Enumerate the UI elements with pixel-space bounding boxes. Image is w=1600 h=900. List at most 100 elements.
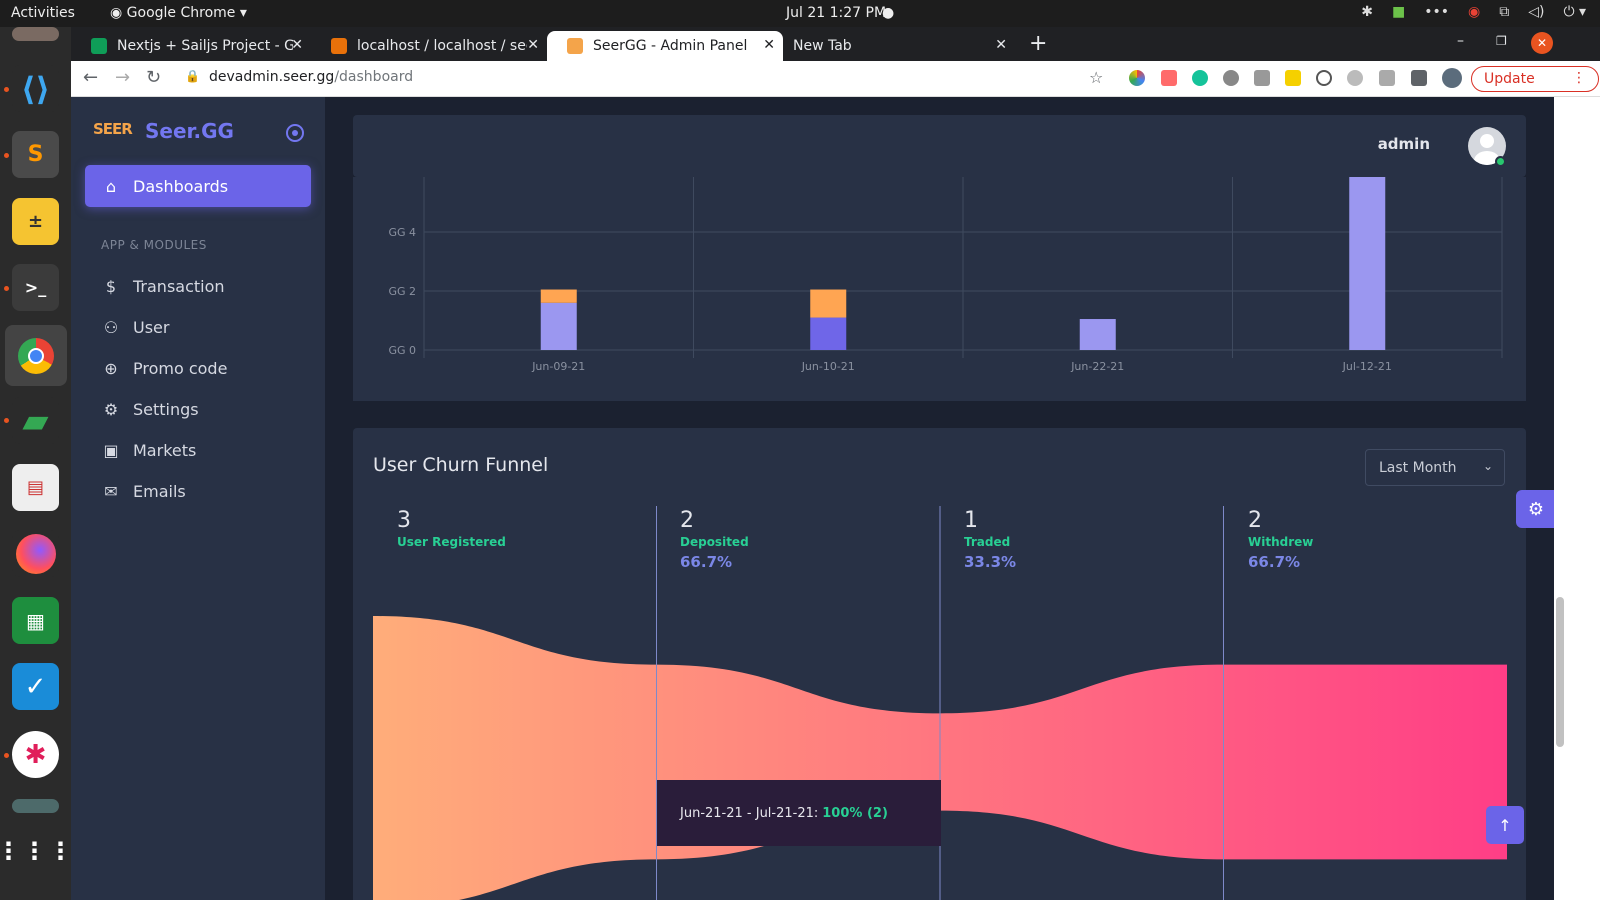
update-button[interactable]: Update ⋮ [1471,66,1599,92]
browser-tab[interactable]: New Tab ✕ [783,31,1015,61]
browser-tab[interactable]: localhost / localhost / see ✕ [311,31,547,61]
seer-favicon-icon [567,38,583,54]
dock-top-app-icon[interactable] [12,27,59,41]
address-bar[interactable]: devadmin.seer.gg/dashboard [209,69,413,85]
chrome-dock-icon[interactable] [5,325,67,386]
sidebar: SEER Seer.GG ⌂ Dashboards APP & MODULES … [71,97,325,900]
document-viewer-icon[interactable]: ▤ [12,464,59,511]
tooltip-range: Jun-21-21 - Jul-21-21: [680,805,819,821]
stage-percent: 33.3% [964,553,1017,571]
tab-close-icon[interactable]: ✕ [995,37,1007,53]
color-picker-icon[interactable] [1285,70,1301,86]
volume-icon[interactable]: ◁) [1528,4,1544,20]
sheets-favicon-icon [91,38,107,54]
browser-tab[interactable]: Nextjs + Sailjs Project - Go ✕ [71,31,311,61]
y-tick-label: GG 4 [388,226,416,239]
chrome-small-icon: ◉ [110,5,127,21]
extension-badge-icon[interactable] [1161,70,1177,86]
sidebar-item-user[interactable]: ⚇ User [85,310,311,344]
bar-segment [810,289,847,318]
extension-icon[interactable] [1347,70,1363,86]
sidebar-item-label: Promo code [133,358,228,378]
mail-icon: ✉ [104,481,118,501]
funnel-stage: 2 Deposited 66.7% [680,508,749,571]
calculator-icon[interactable]: ± [12,198,59,245]
maximize-icon[interactable]: ❐ [1496,34,1507,48]
back-icon[interactable]: ← [83,67,98,88]
customizer-gear-button[interactable]: ⚙ [1516,490,1556,528]
sidebar-item-settings[interactable]: ⚙ Settings [85,392,311,426]
scroll-to-top-button[interactable]: ↑ [1486,806,1524,844]
show-applications-icon[interactable]: ⋮⋮⋮ [0,827,73,874]
extensions-puzzle-icon[interactable] [1411,70,1427,86]
tab-close-icon[interactable]: ✕ [527,37,539,53]
sidebar-item-transaction[interactable]: $ Transaction [85,269,311,303]
admin-username[interactable]: admin [1378,135,1430,153]
x-tick-label: Jul-12-21 [1342,360,1392,373]
shield-tray-icon[interactable]: ■ [1392,4,1405,20]
tab-close-icon[interactable]: ✕ [763,37,775,53]
stage-count: 2 [680,508,694,533]
cast-icon[interactable] [1379,70,1395,86]
minimize-icon[interactable]: – [1457,33,1464,49]
sidebar-toggle-icon[interactable] [286,124,304,142]
funnel-stage: 2 Withdrew 66.7% [1248,508,1313,571]
bookmark-star-icon[interactable]: ☆ [1089,68,1103,87]
network-icon[interactable]: ⧉ [1499,4,1509,20]
stage-label: Traded [964,535,1011,549]
dock-partial-app-icon[interactable] [12,799,59,813]
vscode-icon[interactable]: ⟨⟩ [12,65,59,112]
tooltip-value: 100% (2) [822,805,888,821]
new-tab-button[interactable]: + [1029,31,1047,56]
system-tray[interactable]: ✱ ■ ••• ◉ ⧉ ◁) ⏻ ▾ [1361,4,1586,20]
chrome-tray-icon[interactable]: ◉ [1468,4,1480,20]
reload-icon[interactable]: ↻ [146,67,161,88]
page-scrollbar[interactable] [1554,97,1566,900]
kebab-menu-icon[interactable]: ⋮ [1572,70,1586,86]
extension-icon[interactable] [1254,70,1270,86]
profile-avatar-icon[interactable] [1442,68,1462,88]
bar-segment [540,302,577,350]
more-tray-icon[interactable]: ••• [1424,4,1449,20]
app-menu[interactable]: ◉ Google Chrome ▾ [110,5,247,21]
seer-logo: SEER [93,120,133,138]
google-chat-icon[interactable]: ▰ [12,397,59,444]
user-icon: ⚇ [103,317,119,337]
sidebar-item-label: Markets [133,440,197,460]
forward-icon[interactable]: → [115,67,130,88]
sidebar-item-label: Dashboards [133,176,229,196]
extension-icon[interactable] [1129,70,1145,86]
stage-percent: 66.7% [680,553,733,571]
funnel-stage: 1 Traded 33.3% [964,508,1016,571]
navbar: admin [353,115,1526,177]
sidebar-item-markets[interactable]: ▣ Markets [85,433,311,467]
grammarly-icon[interactable] [1192,70,1208,86]
remote-desktop-icon[interactable]: ✓ [12,663,59,710]
activities-button[interactable]: Activities [11,5,75,21]
terminal-icon[interactable]: >_ [12,264,59,311]
dollar-icon: $ [105,276,117,296]
brand-name: Seer.GG [145,119,234,143]
slack-tray-icon[interactable]: ✱ [1361,4,1373,20]
power-icon[interactable]: ⏻ ▾ [1563,4,1586,20]
lock-icon[interactable]: 🔒 [185,69,200,83]
sidebar-item-dashboards[interactable]: ⌂ Dashboards [85,165,311,207]
sublime-text-icon[interactable]: S [12,131,59,178]
extension-icon[interactable] [1223,70,1239,86]
firefox-icon[interactable] [12,530,59,577]
brand[interactable]: SEER Seer.GG [93,119,234,143]
scrollbar-thumb[interactable] [1556,597,1564,747]
spreadsheet-icon[interactable]: ▦ [12,597,59,644]
block-icon[interactable] [1316,70,1332,86]
stage-label: Withdrew [1248,535,1314,549]
stage-count: 1 [964,508,978,533]
slack-dock-icon[interactable]: ✱ [12,731,59,778]
clock[interactable]: Jul 21 1:27 PM [786,5,886,21]
update-label: Update [1484,71,1535,87]
browser-tab-active[interactable]: SeerGG - Admin Panel ✕ [547,31,783,61]
y-tick-label: GG 0 [388,344,416,357]
tab-close-icon[interactable]: ✕ [291,37,303,53]
sidebar-item-promo-code[interactable]: ⊕ Promo code [85,351,311,385]
sidebar-item-emails[interactable]: ✉ Emails [85,474,311,508]
window-close-icon[interactable]: ✕ [1531,32,1553,54]
